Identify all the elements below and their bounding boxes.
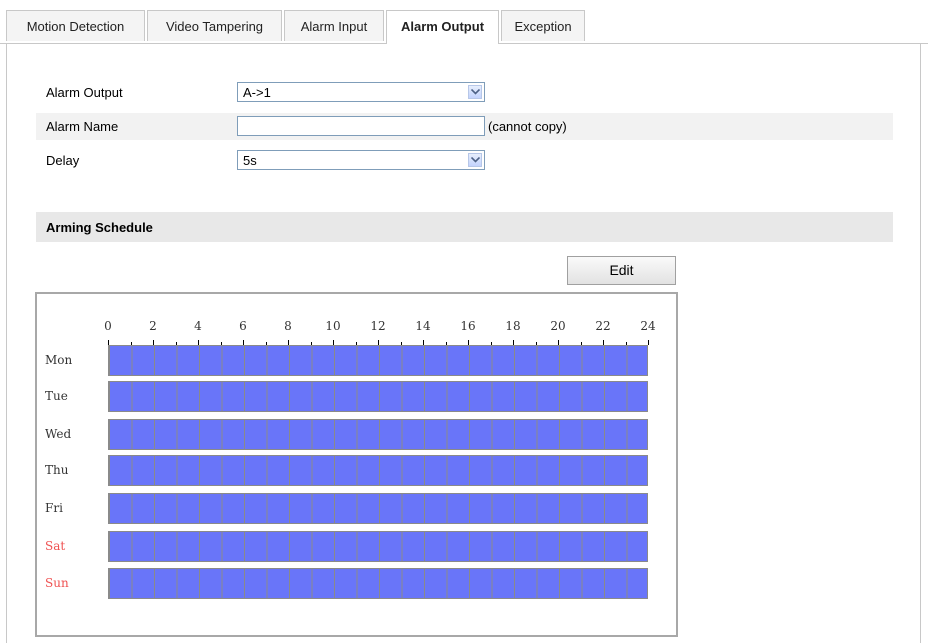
hour-label: 20: [550, 319, 566, 333]
schedule-bar-sat[interactable]: [108, 531, 648, 562]
tab-alarm-input[interactable]: Alarm Input: [284, 10, 384, 41]
edit-button[interactable]: Edit: [567, 256, 676, 285]
hour-tick: [648, 340, 649, 345]
delay-value: 5s: [243, 153, 257, 168]
delay-select[interactable]: 5s: [237, 150, 485, 170]
delay-row: Delay 5s: [36, 147, 893, 174]
day-label-fri: Fri: [45, 501, 63, 515]
alarm-name-input[interactable]: [237, 116, 485, 136]
alarm-output-row: Alarm Output A->1: [36, 79, 893, 106]
day-label-wed: Wed: [45, 427, 72, 441]
tab-motion-detection[interactable]: Motion Detection: [6, 10, 145, 41]
hour-label: 18: [505, 319, 521, 333]
schedule-bar-sun[interactable]: [108, 568, 648, 599]
hour-label: 22: [595, 319, 611, 333]
alarm-output-label: Alarm Output: [46, 85, 123, 100]
hour-label: 6: [239, 319, 247, 333]
alarm-name-row: Alarm Name (cannot copy): [36, 113, 893, 140]
tab-video-tampering[interactable]: Video Tampering: [147, 10, 282, 41]
schedule-bar-fri[interactable]: [108, 493, 648, 524]
hour-label: 4: [194, 319, 202, 333]
schedule-bar-thu[interactable]: [108, 455, 648, 486]
day-label-mon: Mon: [45, 353, 73, 367]
day-label-tue: Tue: [45, 389, 68, 403]
schedule-bar-mon[interactable]: [108, 345, 648, 376]
day-label-sun: Sun: [45, 576, 69, 590]
alarm-output-select[interactable]: A->1: [237, 82, 485, 102]
arming-schedule-header: Arming Schedule: [36, 212, 893, 242]
hour-label: 16: [460, 319, 476, 333]
hour-label: 24: [640, 319, 656, 333]
schedule-bar-wed[interactable]: [108, 419, 648, 450]
schedule-bar-tue[interactable]: [108, 381, 648, 412]
chevron-down-icon[interactable]: [468, 85, 482, 99]
tab-exception[interactable]: Exception: [501, 10, 585, 41]
delay-label: Delay: [46, 153, 80, 168]
hour-label: 14: [415, 319, 431, 333]
hour-label: 2: [149, 319, 157, 333]
tab-alarm-output[interactable]: Alarm Output: [386, 10, 499, 44]
alarm-name-note: (cannot copy): [488, 119, 567, 134]
day-label-sat: Sat: [45, 539, 66, 553]
alarm-output-value: A->1: [243, 85, 271, 100]
day-label-thu: Thu: [45, 463, 69, 477]
arming-schedule-title: Arming Schedule: [46, 220, 153, 235]
hour-label: 12: [370, 319, 386, 333]
chevron-down-icon[interactable]: [468, 153, 482, 167]
hour-label: 8: [284, 319, 292, 333]
hour-label: 10: [325, 319, 341, 333]
alarm-name-label: Alarm Name: [46, 119, 119, 134]
hour-label: 0: [104, 319, 112, 333]
